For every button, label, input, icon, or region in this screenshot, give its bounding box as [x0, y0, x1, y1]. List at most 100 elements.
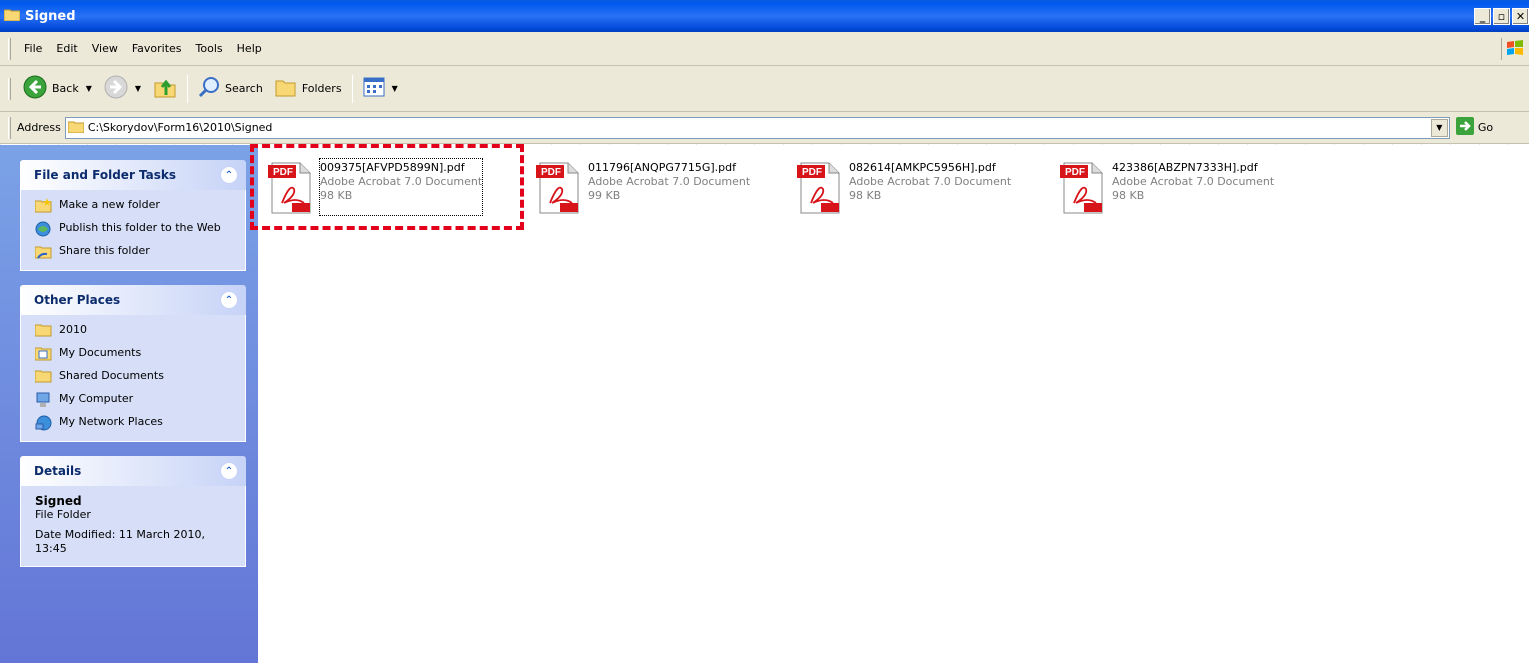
chevron-down-icon[interactable]: ▼ — [135, 84, 141, 93]
details-type: File Folder — [35, 508, 91, 521]
menu-bar: File Edit View Favorites Tools Help — [0, 32, 1529, 66]
other-places-panel: Other Places ⌃ 2010 My Documents Shared … — [20, 285, 246, 442]
maximize-button[interactable]: ▫ — [1493, 8, 1510, 25]
task-share-folder[interactable]: Share this folder — [34, 244, 235, 260]
address-input[interactable]: C:\Skorydov\Form16\2010\Signed ▼ — [64, 116, 1450, 139]
place-label: My Documents — [59, 346, 142, 359]
toolbar-grip[interactable] — [8, 37, 11, 60]
title-bar[interactable]: Signed _ ▫ ✕ — [0, 0, 1529, 32]
task-pane: File and Folder Tasks ⌃ Make a new folde… — [0, 145, 258, 663]
menu-file[interactable]: File — [17, 40, 49, 57]
file-item[interactable]: PDF 011796[ANQPG7715G].pdf Adobe Acrobat… — [534, 159, 784, 215]
collapse-icon[interactable]: ⌃ — [220, 166, 238, 184]
details-modified: Date Modified: 11 March 2010, 13:45 — [35, 528, 205, 555]
pdf-file-icon: PDF — [534, 159, 588, 215]
place-2010[interactable]: 2010 — [34, 323, 235, 339]
address-bar: Address C:\Skorydov\Form16\2010\Signed ▼… — [0, 112, 1529, 144]
chevron-down-icon[interactable]: ▼ — [86, 84, 92, 93]
views-icon — [363, 77, 385, 100]
folder-icon — [34, 369, 53, 385]
folders-button[interactable]: Folders — [269, 74, 348, 103]
file-type: Adobe Acrobat 7.0 Document — [588, 175, 751, 188]
file-size: 98 KB — [849, 189, 882, 202]
place-my-network[interactable]: My Network Places — [35, 415, 235, 431]
menu-help[interactable]: Help — [230, 40, 269, 57]
file-type: Adobe Acrobat 7.0 Document — [1112, 175, 1275, 188]
address-dropdown-button[interactable]: ▼ — [1430, 118, 1448, 137]
windows-logo-icon — [1501, 38, 1525, 60]
file-item[interactable]: PDF 082614[AMKPC5956H].pdf Adobe Acrobat… — [795, 159, 1045, 215]
minimize-button[interactable]: _ — [1474, 8, 1491, 25]
folders-icon — [275, 77, 297, 100]
task-publish-web[interactable]: Publish this folder to the Web — [35, 221, 235, 237]
place-label: Shared Documents — [59, 369, 164, 382]
explorer-window: Signed _ ▫ ✕ File Edit View Favorites To… — [0, 0, 1529, 663]
network-places-icon — [35, 415, 53, 431]
panel-title: Details — [34, 464, 82, 478]
address-label: Address — [17, 121, 61, 134]
file-list-view[interactable]: PDF 009375[AFVPD5899N].pdf Adobe Acrobat… — [258, 145, 1529, 663]
place-shared-documents[interactable]: Shared Documents — [34, 369, 235, 385]
up-folder-button[interactable] — [147, 72, 183, 105]
task-label: Publish this folder to the Web — [59, 221, 221, 234]
file-item[interactable]: PDF 009375[AFVPD5899N].pdf Adobe Acrobat… — [266, 158, 516, 216]
file-name: 009375[AFVPD5899N].pdf — [320, 161, 465, 174]
svg-text:PDF: PDF — [802, 167, 822, 178]
share-folder-icon — [34, 244, 53, 260]
file-size: 99 KB — [588, 189, 621, 202]
menu-favorites[interactable]: Favorites — [125, 40, 189, 57]
task-make-new-folder[interactable]: Make a new folder — [34, 198, 235, 214]
toolbar-separator — [351, 74, 353, 103]
file-folder-tasks-panel: File and Folder Tasks ⌃ Make a new folde… — [20, 160, 246, 271]
svg-text:PDF: PDF — [273, 167, 293, 178]
collapse-icon[interactable]: ⌃ — [220, 462, 238, 480]
go-button[interactable]: Go — [1455, 117, 1494, 138]
menu-tools[interactable]: Tools — [189, 40, 230, 57]
search-button[interactable]: Search — [192, 73, 269, 104]
pdf-file-icon: PDF — [795, 159, 849, 215]
back-arrow-icon — [23, 75, 47, 102]
collapse-icon[interactable]: ⌃ — [220, 291, 238, 309]
panel-body: Signed File Folder Date Modified: 11 Mar… — [20, 486, 246, 567]
file-meta: 011796[ANQPG7715G].pdf Adobe Acrobat 7.0… — [588, 159, 750, 215]
file-size: 98 KB — [320, 189, 353, 202]
forward-arrow-icon — [104, 75, 128, 102]
publish-web-icon — [35, 221, 53, 237]
up-folder-icon — [153, 75, 177, 102]
search-label: Search — [225, 82, 263, 95]
panel-body: Make a new folder Publish this folder to… — [20, 190, 246, 271]
close-button[interactable]: ✕ — [1512, 8, 1529, 25]
place-label: 2010 — [59, 323, 87, 336]
panel-header[interactable]: File and Folder Tasks ⌃ — [20, 160, 246, 190]
svg-text:PDF: PDF — [541, 167, 561, 178]
folder-icon — [3, 8, 21, 25]
details-name: Signed — [35, 494, 82, 508]
place-my-computer[interactable]: My Computer — [35, 392, 235, 408]
menu-edit[interactable]: Edit — [49, 40, 84, 57]
details-panel: Details ⌃ Signed File Folder Date Modifi… — [20, 456, 246, 567]
file-item[interactable]: PDF 423386[ABZPN7333H].pdf Adobe Acrobat… — [1058, 159, 1308, 215]
svg-text:PDF: PDF — [1065, 167, 1085, 178]
task-label: Share this folder — [59, 244, 150, 257]
window-title: Signed — [25, 8, 76, 24]
panel-header[interactable]: Details ⌃ — [20, 456, 246, 486]
toolbar-separator — [187, 74, 189, 103]
folder-icon — [34, 323, 53, 339]
toolbar-grip[interactable] — [8, 116, 11, 139]
folder-icon — [67, 120, 85, 136]
go-label: Go — [1477, 121, 1494, 134]
new-folder-icon — [34, 198, 53, 214]
menu-view[interactable]: View — [85, 40, 125, 57]
file-name: 423386[ABZPN7333H].pdf — [1112, 161, 1258, 174]
forward-button[interactable]: ▼ — [98, 72, 147, 105]
toolbar-grip[interactable] — [8, 77, 11, 100]
place-my-documents[interactable]: My Documents — [34, 346, 235, 362]
back-button[interactable]: Back ▼ — [17, 72, 98, 105]
standard-toolbar: Back ▼ ▼ Search Folders ▼ — [0, 66, 1529, 112]
views-button[interactable]: ▼ — [357, 74, 404, 103]
folders-label: Folders — [301, 82, 342, 95]
file-size: 98 KB — [1112, 189, 1145, 202]
panel-header[interactable]: Other Places ⌃ — [20, 285, 246, 315]
chevron-down-icon[interactable]: ▼ — [392, 84, 398, 93]
place-label: My Network Places — [59, 415, 163, 428]
